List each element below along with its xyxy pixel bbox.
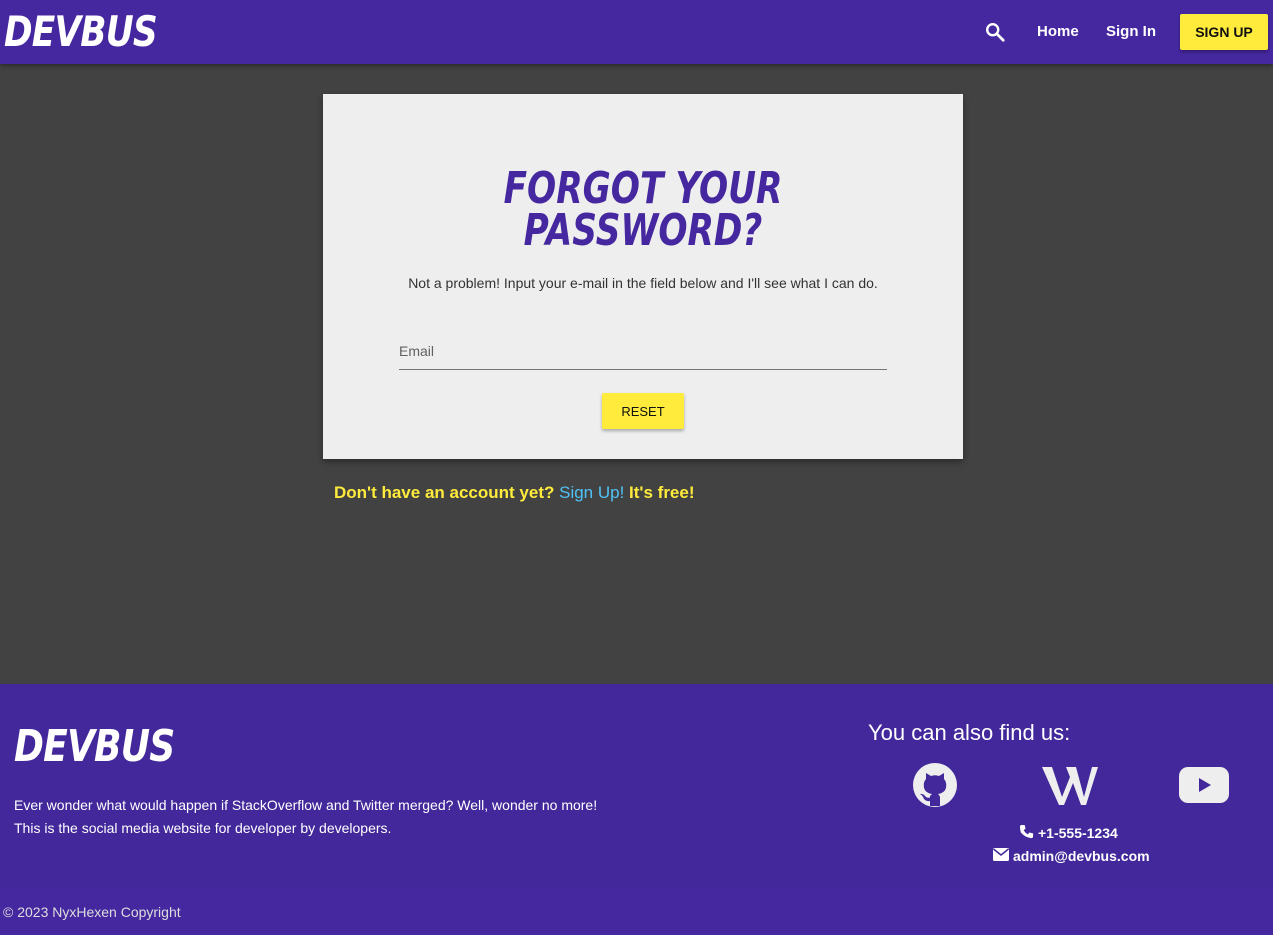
reset-button[interactable]: RESET [602,393,684,429]
email-field[interactable] [399,332,887,370]
sign-up-hint-suffix: It's free! [629,483,695,502]
footer-description: Ever wonder what would happen if StackOv… [14,797,598,836]
envelope-icon [993,848,1009,864]
sign-up-link[interactable]: Sign Up! [559,483,624,502]
youtube-icon[interactable] [1179,762,1229,808]
nav-home-link[interactable]: Home [1037,22,1079,42]
copyright-text: © 2023 NyxHexen Copyright [3,904,181,920]
instructions-text: Not a problem! Input your e-mail in the … [408,275,878,291]
nav-sign-in-link[interactable]: Sign In [1106,22,1156,42]
email-address: admin@devbus.com [1013,848,1150,864]
footer-brand-logo: DEVBUS [14,721,175,772]
github-icon[interactable] [912,762,958,808]
footer: DEVBUS Ever wonder what would happen if … [0,684,1273,888]
sign-up-button[interactable]: SIGN UP [1180,14,1268,50]
forgot-password-card: Forgot your password? Not a problem! Inp… [323,94,963,459]
contact-phone: +1-555-1234 [1019,824,1118,842]
navbar: DEVBUS Home Sign In SIGN UP [0,0,1273,64]
search-icon[interactable] [984,21,1006,43]
sign-up-hint-prefix: Don't have an account yet? [334,483,555,502]
sign-up-hint: Don't have an account yet? Sign Up! It's… [334,483,695,503]
page-title: Forgot your password? [503,163,783,256]
find-us-heading: You can also find us: [868,720,1071,745]
brand-logo[interactable]: DEVBUS [4,6,158,58]
contact-email: admin@devbus.com [993,848,1150,864]
wikipedia-icon[interactable] [1040,762,1100,808]
phone-icon [1019,824,1034,842]
phone-number: +1-555-1234 [1038,825,1118,841]
copyright-bar: © 2023 NyxHexen Copyright [0,888,1273,935]
